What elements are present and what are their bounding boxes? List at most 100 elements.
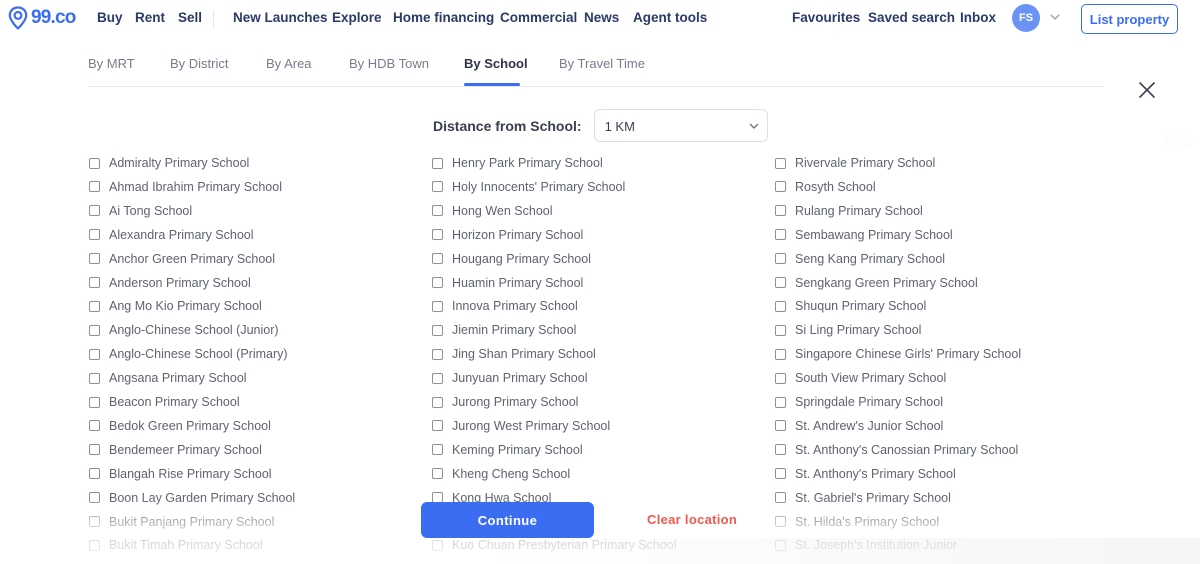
nav-inbox[interactable]: Inbox	[960, 10, 996, 25]
school-checkbox[interactable]	[432, 539, 443, 551]
school-option[interactable]: Boon Lay Garden Primary School	[89, 488, 295, 508]
nav-home-financing[interactable]: Home financing	[393, 10, 494, 25]
clear-location-button[interactable]: Clear location	[647, 512, 737, 527]
school-option[interactable]: Bendemeer Primary School	[89, 440, 262, 460]
school-option[interactable]: Anderson Primary School	[89, 273, 251, 293]
school-checkbox[interactable]	[775, 300, 786, 312]
school-option[interactable]: Jurong Primary School	[432, 392, 578, 412]
school-option[interactable]: St. Gabriel's Primary School	[775, 488, 951, 508]
school-option[interactable]: Bukit Panjang Primary School	[89, 512, 274, 532]
school-checkbox[interactable]	[775, 444, 786, 456]
school-option[interactable]: Bedok Green Primary School	[89, 416, 271, 436]
school-checkbox[interactable]	[775, 229, 786, 241]
school-option[interactable]: Singapore Chinese Girls' Primary School	[775, 344, 1021, 364]
school-checkbox[interactable]	[432, 348, 443, 360]
school-checkbox[interactable]	[775, 396, 786, 408]
school-checkbox[interactable]	[775, 277, 786, 288]
school-checkbox[interactable]	[432, 253, 443, 265]
school-checkbox[interactable]	[89, 253, 100, 265]
school-checkbox[interactable]	[775, 181, 786, 193]
school-checkbox[interactable]	[432, 157, 443, 169]
chevron-down-icon[interactable]	[1048, 10, 1062, 24]
school-checkbox[interactable]	[432, 205, 443, 217]
school-option[interactable]: Ang Mo Kio Primary School	[89, 296, 262, 316]
school-option[interactable]: Alexandra Primary School	[89, 225, 254, 245]
school-option[interactable]: Rivervale Primary School	[775, 153, 935, 173]
school-option[interactable]: Jurong West Primary School	[432, 416, 610, 436]
school-checkbox[interactable]	[89, 372, 100, 384]
school-option[interactable]: Anchor Green Primary School	[89, 249, 275, 269]
school-option[interactable]: St. Joseph's Institution Junior	[775, 535, 957, 555]
nav-favourites[interactable]: Favourites	[792, 10, 860, 25]
logo[interactable]: 99.co	[8, 6, 76, 30]
school-option[interactable]: Rosyth School	[775, 177, 876, 197]
school-option[interactable]: South View Primary School	[775, 368, 946, 388]
school-option[interactable]: Admiralty Primary School	[89, 153, 249, 173]
school-checkbox[interactable]	[89, 539, 100, 551]
school-checkbox[interactable]	[432, 324, 443, 336]
school-checkbox[interactable]	[775, 516, 786, 527]
school-checkbox[interactable]	[89, 348, 100, 360]
school-checkbox[interactable]	[432, 372, 443, 384]
school-checkbox[interactable]	[89, 181, 100, 193]
school-option[interactable]: Keming Primary School	[432, 440, 583, 460]
school-checkbox[interactable]	[89, 229, 100, 241]
school-checkbox[interactable]	[432, 444, 443, 456]
school-option[interactable]: Kheng Cheng School	[432, 464, 570, 484]
nav-news[interactable]: News	[584, 10, 619, 25]
school-option[interactable]: Seng Kang Primary School	[775, 249, 945, 269]
school-checkbox[interactable]	[432, 468, 443, 480]
school-checkbox[interactable]	[775, 420, 786, 432]
school-option[interactable]: Jing Shan Primary School	[432, 344, 596, 364]
school-checkbox[interactable]	[89, 468, 100, 480]
school-checkbox[interactable]	[89, 396, 100, 408]
school-option[interactable]: St. Hilda's Primary School	[775, 512, 939, 532]
school-checkbox[interactable]	[89, 300, 100, 312]
school-checkbox[interactable]	[89, 420, 100, 432]
school-checkbox[interactable]	[89, 516, 100, 527]
nav-agent-tools[interactable]: Agent tools	[633, 10, 707, 25]
school-option[interactable]: Innova Primary School	[432, 296, 578, 316]
school-checkbox[interactable]	[775, 539, 786, 551]
school-option[interactable]: Horizon Primary School	[432, 225, 583, 245]
school-checkbox[interactable]	[89, 492, 100, 504]
school-option[interactable]: Jiemin Primary School	[432, 320, 576, 340]
school-checkbox[interactable]	[89, 157, 100, 169]
school-checkbox[interactable]	[89, 205, 100, 217]
school-option[interactable]: Beacon Primary School	[89, 392, 240, 412]
nav-explore[interactable]: Explore	[332, 10, 382, 25]
school-checkbox[interactable]	[775, 492, 786, 504]
nav-buy[interactable]: Buy	[97, 10, 123, 25]
school-option[interactable]: Bukit Timah Primary School	[89, 535, 263, 555]
school-option[interactable]: Sengkang Green Primary School	[775, 273, 978, 293]
list-property-button[interactable]: List property	[1081, 4, 1178, 34]
school-option[interactable]: Kuo Chuan Presbyterian Primary School	[432, 535, 676, 555]
school-option[interactable]: Anglo-Chinese School (Junior)	[89, 320, 279, 340]
nav-new-launches[interactable]: New Launches	[233, 10, 328, 25]
school-checkbox[interactable]	[89, 444, 100, 456]
school-checkbox[interactable]	[432, 300, 443, 312]
nav-saved-search[interactable]: Saved search	[868, 10, 955, 25]
nav-rent[interactable]: Rent	[135, 10, 165, 25]
school-option[interactable]: Blangah Rise Primary School	[89, 464, 272, 484]
school-option[interactable]: Si Ling Primary School	[775, 320, 921, 340]
school-checkbox[interactable]	[89, 324, 100, 336]
school-option[interactable]: Junyuan Primary School	[432, 368, 587, 388]
user-avatar[interactable]: FS	[1012, 4, 1040, 32]
school-checkbox[interactable]	[775, 253, 786, 265]
school-option[interactable]: Huamin Primary School	[432, 273, 583, 293]
school-option[interactable]: St. Anthony's Primary School	[775, 464, 956, 484]
school-option[interactable]: Hougang Primary School	[432, 249, 591, 269]
school-option[interactable]: Shuqun Primary School	[775, 296, 926, 316]
school-checkbox[interactable]	[775, 372, 786, 384]
school-option[interactable]: Angsana Primary School	[89, 368, 247, 388]
continue-button[interactable]: Continue	[421, 502, 594, 538]
school-checkbox[interactable]	[775, 205, 786, 217]
school-checkbox[interactable]	[432, 420, 443, 432]
school-option[interactable]: Hong Wen School	[432, 201, 553, 221]
nav-commercial[interactable]: Commercial	[500, 10, 577, 25]
school-checkbox[interactable]	[775, 468, 786, 480]
school-option[interactable]: Henry Park Primary School	[432, 153, 603, 173]
school-option[interactable]: St. Anthony's Canossian Primary School	[775, 440, 1018, 460]
school-checkbox[interactable]	[775, 348, 786, 360]
